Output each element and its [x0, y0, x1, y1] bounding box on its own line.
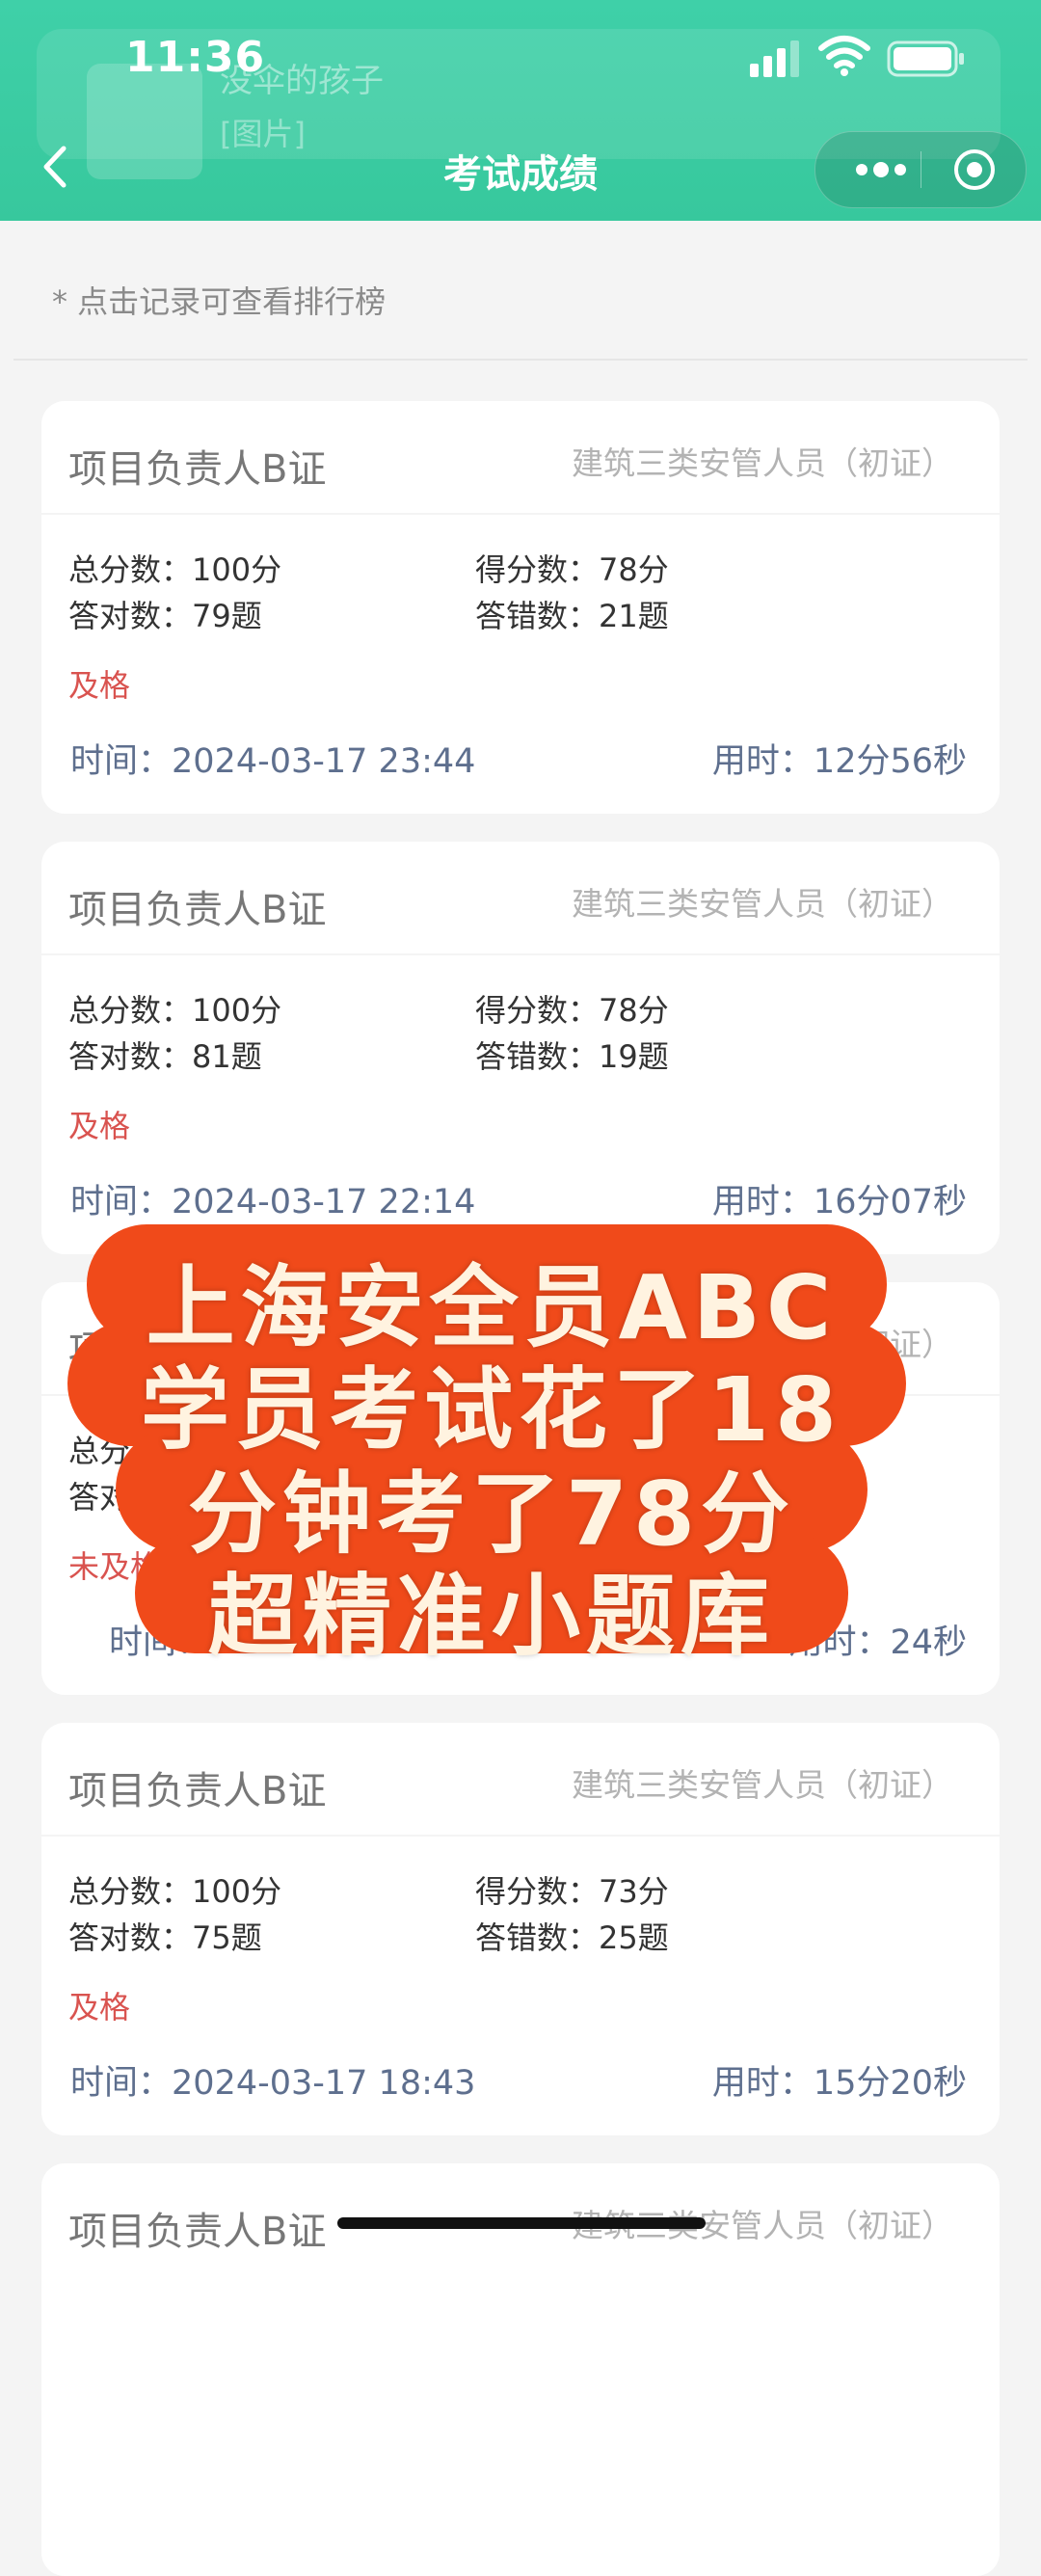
leaderboard-hint: * 点击记录可查看排行榜 [52, 283, 387, 320]
record-time: 时间：2024-03-17 23:44 [70, 734, 475, 783]
miniprogram-capsule [814, 131, 1027, 208]
record-card[interactable]: 项目负责人B证 建筑三类安管人员（初证） 总分数：100分 得分数：78分 答对… [41, 401, 1000, 814]
time-value: 2024-03-17 23:44 [172, 742, 476, 781]
record-title: 项目负责人B证 [68, 888, 327, 932]
home-indicator [337, 2217, 706, 2229]
total-score-row: 总分数：100分 [68, 1867, 281, 1912]
status-badge: 及格 [68, 1989, 131, 2026]
duration-value: 12分56秒 [813, 742, 967, 781]
wrong-row: 答错数：21题 [475, 592, 669, 636]
time-label: 时间： [70, 742, 173, 781]
record-card[interactable]: 项目负责人B证 建筑三类安管人员（初证） 总分数：100分 得分数：78分 答对… [41, 842, 1000, 1254]
record-category: 建筑三类安管人员（初证） [572, 1766, 953, 1804]
card-divider [41, 953, 1000, 955]
total-score-row: 总分数：100分 [68, 986, 281, 1031]
record-title: 项目负责人B证 [68, 1769, 327, 1813]
score-label: 得分数： [475, 1873, 600, 1910]
score-value: 73分 [599, 1873, 669, 1910]
total-label: 总分数： [68, 1873, 193, 1910]
battery-icon [887, 40, 964, 77]
wrong-label: 答错数： [475, 598, 600, 634]
record-card[interactable]: 项目负责人B证 建筑三类安管人员（初证） 总分数：100分 得分数：73分 答对… [41, 1723, 1000, 2135]
total-label: 总分数： [68, 992, 193, 1029]
correct-label: 答对数： [68, 1038, 193, 1075]
signal-icon [750, 40, 799, 77]
correct-row: 答对数：75题 [68, 1914, 262, 1958]
score-label: 得分数： [475, 992, 600, 1029]
score-value: 78分 [599, 992, 669, 1029]
card-divider [41, 1835, 1000, 1837]
record-category: 建筑三类安管人员（初证） [572, 885, 953, 923]
card-divider [41, 513, 1000, 515]
score-label: 得分数： [475, 551, 600, 588]
record-title: 项目负责人B证 [68, 2210, 327, 2254]
record-duration: 用时：15分20秒 [712, 2055, 967, 2105]
wrong-value: 19题 [599, 1038, 669, 1075]
wifi-icon [818, 36, 870, 76]
divider [13, 359, 1028, 361]
record-duration: 用时：12分56秒 [712, 734, 967, 783]
score-row: 得分数：78分 [475, 546, 669, 590]
total-value: 100分 [192, 551, 282, 588]
record-duration: 用时：16分07秒 [712, 1174, 967, 1223]
close-target-icon[interactable] [952, 148, 997, 192]
wrong-row: 答错数：25题 [475, 1914, 669, 1958]
total-label: 总分数： [68, 551, 193, 588]
duration-label: 用时： [711, 742, 814, 781]
total-value: 100分 [192, 992, 282, 1029]
correct-row: 答对数：81题 [68, 1033, 262, 1077]
record-title: 项目负责人B证 [68, 447, 327, 492]
time-value: 2024-03-17 18:43 [172, 2064, 476, 2103]
score-row: 得分数：73分 [475, 1867, 669, 1912]
wrong-value: 25题 [599, 1919, 669, 1956]
correct-value: 75题 [192, 1919, 262, 1956]
correct-label: 答对数： [68, 598, 193, 634]
status-time: 11:36 [125, 33, 266, 82]
record-time: 时间：2024-03-17 18:43 [70, 2055, 475, 2105]
record-category: 建筑三类安管人员（初证） [572, 444, 953, 482]
total-score-row: 总分数：100分 [68, 546, 281, 590]
correct-value: 81题 [192, 1038, 262, 1075]
duration-value: 16分07秒 [813, 1183, 967, 1221]
time-label: 时间： [70, 1183, 173, 1221]
correct-value: 79题 [192, 598, 262, 634]
time-label: 时间： [70, 2064, 173, 2103]
score-row: 得分数：78分 [475, 986, 669, 1031]
correct-label: 答对数： [68, 1919, 193, 1956]
promo-banner: 上海安全员ABC 学员考试花了18 分钟考了78分 超精准小题库 [67, 1224, 906, 1697]
status-badge: 及格 [68, 1108, 131, 1144]
wrong-label: 答错数： [475, 1919, 600, 1956]
duration-value: 15分20秒 [813, 2064, 967, 2103]
wrong-value: 21题 [599, 598, 669, 634]
record-time: 时间：2024-03-17 22:14 [70, 1174, 475, 1223]
duration-label: 用时： [711, 1183, 814, 1221]
wrong-row: 答错数：19题 [475, 1033, 669, 1077]
header: 没伞的孩子 [图片] 11:36 考试成绩 [0, 0, 1041, 221]
more-icon[interactable] [842, 153, 920, 186]
correct-row: 答对数：79题 [68, 592, 262, 636]
time-value: 2024-03-17 22:14 [172, 1183, 476, 1221]
total-value: 100分 [192, 1873, 282, 1910]
banner-line: 超精准小题库 [207, 1565, 775, 1668]
wrong-label: 答错数： [475, 1038, 600, 1075]
duration-label: 用时： [711, 2064, 814, 2103]
score-value: 78分 [599, 551, 669, 588]
status-badge: 及格 [68, 667, 131, 704]
